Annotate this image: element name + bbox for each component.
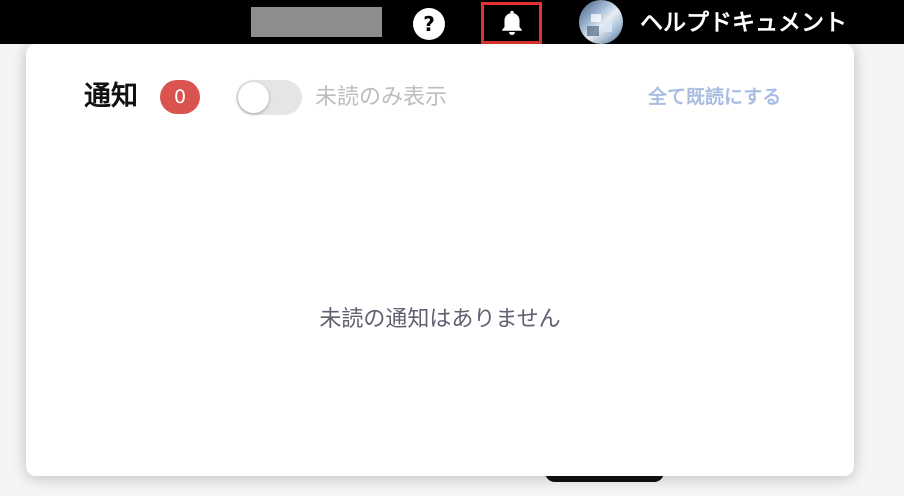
mark-all-read-button[interactable]: 全て既読にする xyxy=(648,80,781,115)
help-document-link[interactable]: ヘルプドキュメント xyxy=(640,4,847,42)
empty-state-message: 未読の通知はありません xyxy=(319,307,561,332)
panel-title: 通知 xyxy=(84,81,138,112)
notification-count-badge: 0 xyxy=(160,80,200,114)
notification-bell-button[interactable] xyxy=(481,2,542,44)
unread-only-toggle[interactable] xyxy=(236,80,302,115)
avatar[interactable] xyxy=(579,0,623,44)
unread-only-label: 未読のみ表示 xyxy=(315,85,448,110)
bell-icon xyxy=(497,8,527,38)
top-bar: ? ヘルプドキュメント xyxy=(0,0,904,44)
help-icon[interactable]: ? xyxy=(413,8,445,40)
toggle-knob xyxy=(238,82,269,113)
redacted-block xyxy=(251,7,382,37)
notification-panel: 通知 0 未読のみ表示 全て既読にする 未読の通知はありません xyxy=(26,44,854,476)
